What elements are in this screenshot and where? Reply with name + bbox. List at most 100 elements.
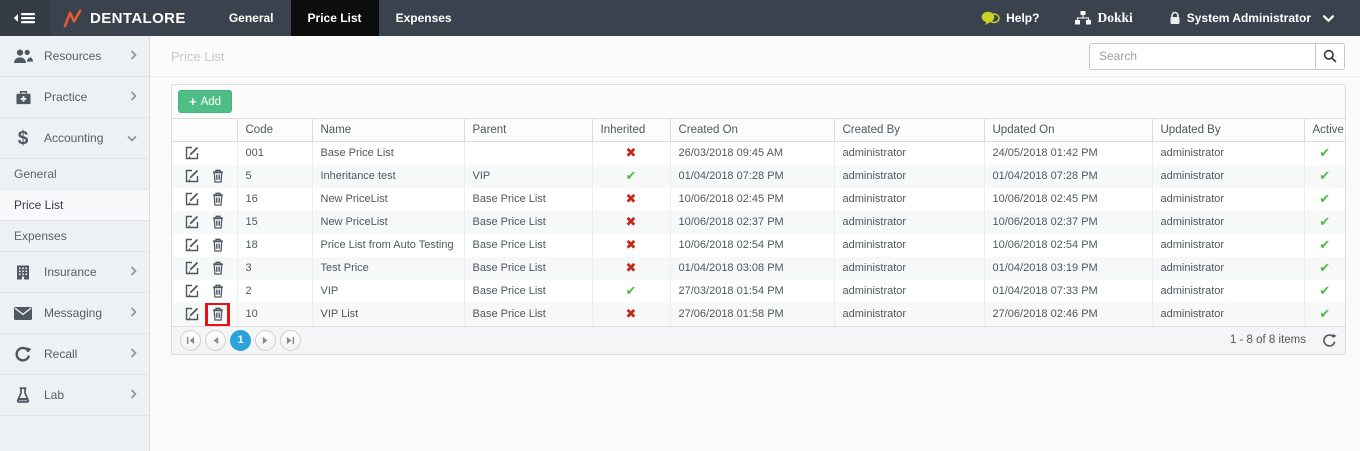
first-page-icon <box>186 336 195 345</box>
cell-name: Price List from Auto Testing <box>312 234 464 257</box>
cell-created-on: 10/06/2018 02:45 PM <box>670 188 834 211</box>
edit-button[interactable] <box>183 214 200 231</box>
cell-updated-by: administrator <box>1152 141 1304 165</box>
delete-button[interactable] <box>209 283 226 300</box>
sidebar-item-messaging[interactable]: Messaging <box>0 293 149 334</box>
cell-parent <box>464 141 592 165</box>
cell-created-by: administrator <box>834 303 984 326</box>
users-icon <box>12 49 34 64</box>
cell-code: 001 <box>237 141 312 165</box>
cell-created-on: 01/04/2018 07:28 PM <box>670 165 834 188</box>
active-check-icon: ✔ <box>1319 306 1330 321</box>
nav-tab-expenses[interactable]: Expenses <box>379 0 469 36</box>
pager-next-button[interactable] <box>255 330 276 351</box>
sidebar-item-lab[interactable]: Lab <box>0 375 149 416</box>
column-header-updated-by[interactable]: Updated By <box>1152 119 1304 141</box>
refresh-button[interactable] <box>1322 333 1337 348</box>
delete-button[interactable] <box>209 168 226 185</box>
search-button[interactable] <box>1315 44 1344 69</box>
column-header-code[interactable]: Code <box>237 119 312 141</box>
column-header-created-on[interactable]: Created On <box>670 119 834 141</box>
cell-created-by: administrator <box>834 234 984 257</box>
cell-updated-on: 01/04/2018 03:19 PM <box>984 257 1152 280</box>
company-link[interactable]: Dokki <box>1075 10 1132 26</box>
edit-button[interactable] <box>183 168 200 185</box>
cell-updated-on: 10/06/2018 02:45 PM <box>984 188 1152 211</box>
cell-updated-on: 10/06/2018 02:37 PM <box>984 211 1152 234</box>
inherited-check-icon: ✔ <box>626 168 637 183</box>
help-link[interactable]: Help? <box>981 11 1039 26</box>
sidebar-item-recall[interactable]: Recall <box>0 334 149 375</box>
sidebar-item-insurance[interactable]: Insurance <box>0 252 149 293</box>
column-header-parent[interactable]: Parent <box>464 119 592 141</box>
cell-code: 2 <box>237 280 312 303</box>
pager-prev-button[interactable] <box>205 330 226 351</box>
user-name: System Administrator <box>1187 11 1311 25</box>
column-header-inherited[interactable]: Inherited <box>592 119 670 141</box>
cell-created-by: administrator <box>834 188 984 211</box>
nav-tab-price-list[interactable]: Price List <box>291 0 379 36</box>
envelope-icon <box>12 307 34 320</box>
add-button[interactable]: + Add <box>178 90 232 113</box>
sidebar-item-price-list[interactable]: Price List <box>0 190 149 221</box>
edit-pencil-icon <box>185 284 199 298</box>
brand-name: DENTALORE <box>90 10 186 27</box>
edit-pencil-icon <box>185 238 199 252</box>
cell-name: VIP <box>312 280 464 303</box>
active-check-icon: ✔ <box>1319 237 1330 252</box>
sidebar-collapse-button[interactable] <box>0 0 50 36</box>
page-header: Price List <box>151 36 1360 77</box>
nav-tab-general[interactable]: General <box>212 0 291 36</box>
inherited-check-icon: ✔ <box>626 283 637 298</box>
medical-case-icon <box>12 90 34 105</box>
edit-button[interactable] <box>183 145 200 162</box>
sidebar-item-label: Lab <box>44 388 120 402</box>
cell-created-by: administrator <box>834 211 984 234</box>
cell-updated-by: administrator <box>1152 257 1304 280</box>
previous-page-icon <box>212 336 219 345</box>
column-header-name[interactable]: Name <box>312 119 464 141</box>
edit-pencil-icon <box>185 192 199 206</box>
cell-updated-on: 27/06/2018 02:46 PM <box>984 303 1152 326</box>
sidebar-item-label: Messaging <box>44 306 120 320</box>
edit-button[interactable] <box>183 191 200 208</box>
price-list-grid: + Add Code Name Parent Inherited Created… <box>171 84 1346 355</box>
delete-button[interactable] <box>209 237 226 254</box>
cell-parent: Base Price List <box>464 303 592 326</box>
search-input[interactable] <box>1090 44 1315 69</box>
sidebar-item-accounting[interactable]: $ Accounting <box>0 118 149 159</box>
cell-parent: VIP <box>464 165 592 188</box>
pager-last-button[interactable] <box>280 330 301 351</box>
sidebar-item-expenses[interactable]: Expenses <box>0 221 149 252</box>
pager-page-1-button[interactable]: 1 <box>230 330 251 351</box>
delete-button[interactable] <box>209 214 226 231</box>
cell-name: New PriceList <box>312 211 464 234</box>
search-box <box>1089 43 1345 70</box>
edit-button[interactable] <box>183 260 200 277</box>
sidebar-item-practice[interactable]: Practice <box>0 77 149 118</box>
edit-button[interactable] <box>183 237 200 254</box>
sidebar-item-general[interactable]: General <box>0 159 149 190</box>
column-header-updated-on[interactable]: Updated On <box>984 119 1152 141</box>
table-row: 10 VIP List Base Price List ✖ 27/06/2018… <box>172 303 1345 326</box>
column-header-created-by[interactable]: Created By <box>834 119 984 141</box>
help-label: Help? <box>1006 11 1039 25</box>
delete-button[interactable] <box>209 191 226 208</box>
edit-button[interactable] <box>183 283 200 300</box>
brand[interactable]: DENTALORE <box>50 0 212 36</box>
sidebar-item-label: Practice <box>44 90 120 104</box>
edit-button[interactable] <box>183 306 200 323</box>
sidebar-item-resources[interactable]: Resources <box>0 36 149 77</box>
active-check-icon: ✔ <box>1319 191 1330 206</box>
delete-button[interactable] <box>209 306 226 323</box>
dollar-icon: $ <box>12 129 34 148</box>
pager-first-button[interactable] <box>180 330 201 351</box>
edit-pencil-icon <box>185 261 199 275</box>
delete-button[interactable] <box>209 260 226 277</box>
column-header-active[interactable]: Active <box>1304 119 1345 141</box>
table-row: 3 Test Price Base Price List ✖ 01/04/201… <box>172 257 1345 280</box>
trash-icon <box>212 284 224 298</box>
next-page-icon <box>262 336 269 345</box>
user-menu[interactable]: System Administrator <box>1169 11 1334 25</box>
plus-icon: + <box>189 95 197 108</box>
